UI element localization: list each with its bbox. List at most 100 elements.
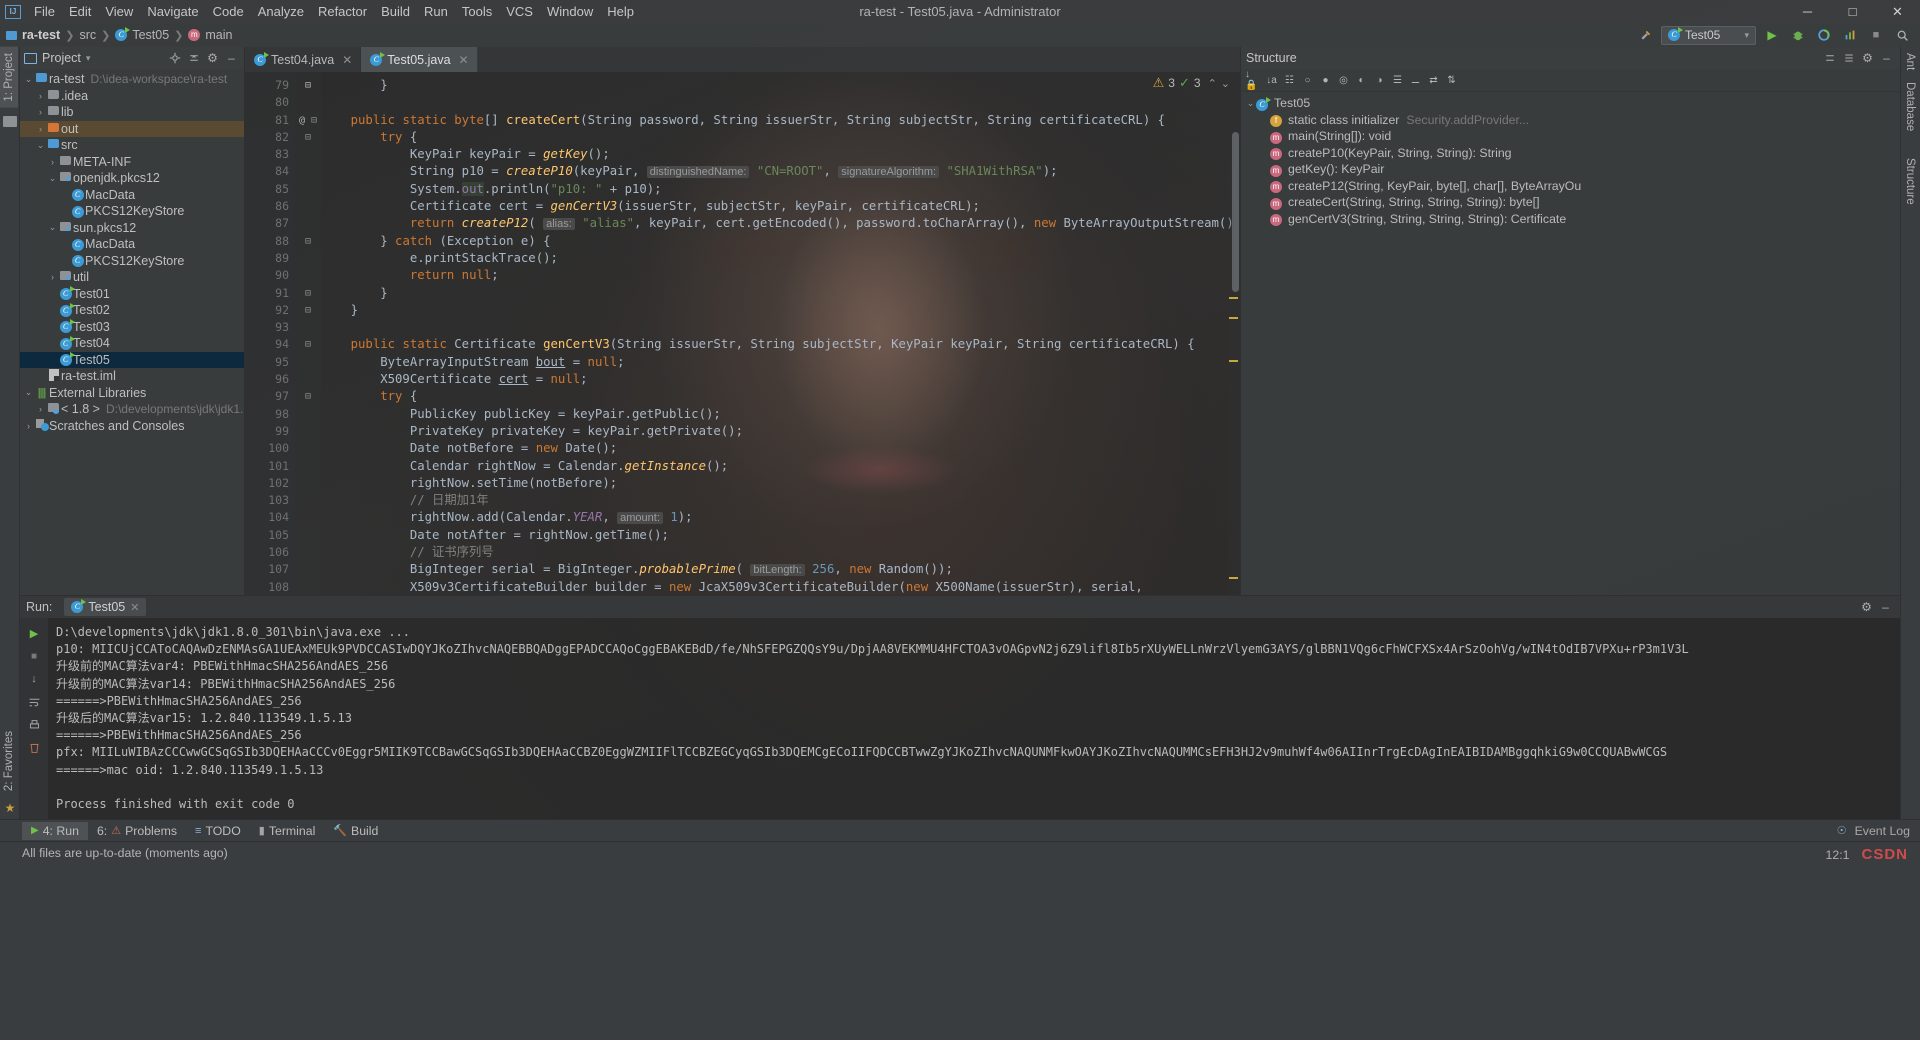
menu-help[interactable]: Help bbox=[600, 2, 641, 21]
menu-tools[interactable]: Tools bbox=[455, 2, 499, 21]
fold-marker[interactable]: ⊟ bbox=[295, 336, 321, 353]
expand-all-icon[interactable]: ☰ bbox=[1389, 72, 1406, 89]
fold-marker[interactable] bbox=[295, 423, 321, 440]
soft-wrap-icon[interactable] bbox=[24, 692, 44, 712]
editor-vertical-scrollbar[interactable] bbox=[1232, 132, 1239, 292]
code-line[interactable]: rightNow.setTime(notBefore); bbox=[321, 475, 1240, 492]
run-configuration-selector[interactable]: C Test05 ▾ bbox=[1661, 25, 1756, 45]
sort-alphabetically-icon[interactable]: ↓a bbox=[1263, 72, 1280, 89]
bottom-tab-run[interactable]: ▶ 4: Run bbox=[22, 821, 88, 840]
show-fields-icon[interactable]: ● bbox=[1317, 72, 1334, 89]
tree-expand-arrow[interactable]: ⌄ bbox=[23, 74, 34, 85]
code-line[interactable]: KeyPair keyPair = getKey(); bbox=[321, 146, 1240, 163]
expand-all-icon[interactable] bbox=[1840, 50, 1857, 67]
fold-marker[interactable]: ⊟ bbox=[295, 285, 321, 302]
search-icon[interactable] bbox=[1892, 25, 1912, 45]
locate-icon[interactable] bbox=[166, 50, 183, 67]
sidebar-tab-ant[interactable]: Ant bbox=[1901, 47, 1919, 76]
print-icon[interactable] bbox=[24, 715, 44, 735]
fold-marker[interactable] bbox=[295, 94, 321, 111]
menu-refactor[interactable]: Refactor bbox=[311, 2, 374, 21]
console-output[interactable]: D:\developments\jdk\jdk1.8.0_301\bin\jav… bbox=[48, 618, 1900, 819]
folder-icon[interactable] bbox=[2, 115, 17, 127]
show-inherited-icon[interactable]: ◐ bbox=[1353, 72, 1370, 89]
tree-expand-arrow[interactable]: ⌄ bbox=[47, 222, 58, 233]
tree-row-test04[interactable]: C Test04 bbox=[20, 335, 244, 352]
tree-row-scratches-and-consoles[interactable]: › Scratches and Consoles bbox=[20, 418, 244, 435]
show-properties-icon[interactable]: ○ bbox=[1299, 72, 1316, 89]
editor-tab-test05-java[interactable]: C Test05.java ✕ bbox=[361, 47, 478, 72]
tree-row-external-libraries[interactable]: ⌄ |||| External Libraries bbox=[20, 385, 244, 402]
code-line[interactable]: Calendar rightNow = Calendar.getInstance… bbox=[321, 458, 1240, 475]
close-icon[interactable]: ✕ bbox=[459, 53, 469, 67]
menu-run[interactable]: Run bbox=[417, 2, 455, 21]
menu-build[interactable]: Build bbox=[374, 2, 417, 21]
editor-fold-gutter[interactable]: ⊟ @ ⊟ ⊟ ⊟ ⊟ ⊟ ⊟ ⊟ bbox=[295, 72, 321, 595]
tree-expand-arrow[interactable]: › bbox=[47, 157, 58, 167]
code-line[interactable] bbox=[321, 319, 1240, 336]
tree-row-sun-pkcs12[interactable]: ⌄ sun.pkcs12 bbox=[20, 220, 244, 237]
debug-icon[interactable] bbox=[1788, 25, 1808, 45]
coverage-icon[interactable] bbox=[1814, 25, 1834, 45]
structure-tree[interactable]: ⌄ C Test05 f static class initializer Securit… bbox=[1241, 92, 1900, 595]
tree-row-out[interactable]: › out bbox=[20, 120, 244, 137]
code-line[interactable]: } bbox=[321, 77, 1240, 94]
fold-marker[interactable] bbox=[295, 163, 321, 180]
sidebar-tab-database[interactable]: Database bbox=[1901, 76, 1919, 137]
close-icon[interactable]: ✕ bbox=[342, 53, 352, 67]
menu-file[interactable]: File bbox=[27, 2, 62, 21]
breadcrumb-item-class[interactable]: C Test05 bbox=[115, 27, 169, 42]
project-tree[interactable]: ⌄ ra-test D:\idea-workspace\ra-test › .idea ›… bbox=[20, 69, 244, 595]
code-line[interactable]: Date notAfter = rightNow.getTime(); bbox=[321, 527, 1240, 544]
tree-expand-arrow[interactable]: › bbox=[35, 107, 46, 117]
code-line[interactable]: Date notBefore = new Date(); bbox=[321, 440, 1240, 457]
bottom-tab-build[interactable]: 🔨 Build bbox=[324, 822, 387, 840]
tree-row--1-8-[interactable]: › < 1.8 > D:\developments\jdk\jdk1.8.0 bbox=[20, 401, 244, 418]
tree-expand-arrow[interactable]: › bbox=[47, 272, 58, 282]
code-line[interactable]: X509Certificate cert = null; bbox=[321, 371, 1240, 388]
bottom-tab-problems[interactable]: 6: ⚠ Problems bbox=[88, 822, 186, 840]
star-icon[interactable]: ★ bbox=[0, 801, 20, 815]
code-line[interactable]: public static Certificate genCertV3(Stri… bbox=[321, 336, 1240, 353]
tree-row-test01[interactable]: C Test01 bbox=[20, 286, 244, 303]
fold-marker[interactable] bbox=[295, 527, 321, 544]
menu-analyze[interactable]: Analyze bbox=[251, 2, 311, 21]
tree-row-pkcs12keystore[interactable]: C PKCS12KeyStore bbox=[20, 203, 244, 220]
bottom-tab-todo[interactable]: ≡ TODO bbox=[186, 822, 250, 840]
menu-view[interactable]: View bbox=[98, 2, 140, 21]
sidebar-tab-project[interactable]: 1: Project bbox=[0, 47, 18, 108]
menu-code[interactable]: Code bbox=[206, 2, 251, 21]
fold-marker[interactable] bbox=[295, 198, 321, 215]
tree-row-test03[interactable]: C Test03 bbox=[20, 319, 244, 336]
autoscroll-from-source-icon[interactable]: ⇄ bbox=[1425, 72, 1442, 89]
fold-marker[interactable] bbox=[295, 440, 321, 457]
collapse-all-icon[interactable] bbox=[185, 50, 202, 67]
code-line[interactable]: // 证书序列号 bbox=[321, 544, 1240, 561]
code-line[interactable]: return createP12( alias: "alias", keyPai… bbox=[321, 215, 1240, 232]
close-button[interactable]: ✕ bbox=[1875, 0, 1920, 23]
tree-row-meta-inf[interactable]: › META-INF bbox=[20, 154, 244, 171]
fold-marker[interactable] bbox=[295, 579, 321, 595]
fold-marker[interactable] bbox=[295, 475, 321, 492]
structure-row-gencertv3[interactable]: m genCertV3(String, String, String, Strin… bbox=[1241, 211, 1900, 228]
structure-toolbar[interactable]: ↓🔒 ↓a ☷ ○ ● ◎ ◐ ◑ ☰ ⚊ ⇄ ⇅ bbox=[1241, 69, 1900, 92]
code-line[interactable]: // 日期加1年 bbox=[321, 492, 1240, 509]
tree-row-macdata[interactable]: C MacData bbox=[20, 187, 244, 204]
clear-all-icon[interactable] bbox=[24, 738, 44, 758]
hide-icon[interactable]: – bbox=[223, 50, 240, 67]
code-line[interactable]: rightNow.add(Calendar.YEAR, amount: 1); bbox=[321, 509, 1240, 526]
fold-marker[interactable] bbox=[295, 354, 321, 371]
prev-problem-icon[interactable]: ⌃ bbox=[1208, 77, 1217, 90]
code-line[interactable]: public static byte[] createCert(String p… bbox=[321, 112, 1240, 129]
maximize-button[interactable]: □ bbox=[1830, 0, 1875, 23]
structure-row-static-class-initializer[interactable]: f static class initializer Security.addPro… bbox=[1241, 112, 1900, 129]
fold-marker[interactable]: ⊟ bbox=[295, 233, 321, 250]
breadcrumb-item-project[interactable]: ra-test bbox=[6, 28, 60, 42]
fold-marker[interactable] bbox=[295, 406, 321, 423]
inspection-widget[interactable]: ⚠ 3 ✓ 3 ⌃ ⌄ bbox=[1153, 75, 1230, 91]
code-line[interactable]: } catch (Exception e) { bbox=[321, 233, 1240, 250]
run-button[interactable]: ▶ bbox=[1762, 25, 1782, 45]
tree-row-lib[interactable]: › lib bbox=[20, 104, 244, 121]
next-problem-icon[interactable]: ⌄ bbox=[1221, 77, 1230, 90]
structure-row-main[interactable]: m main(String[]): void bbox=[1241, 128, 1900, 145]
